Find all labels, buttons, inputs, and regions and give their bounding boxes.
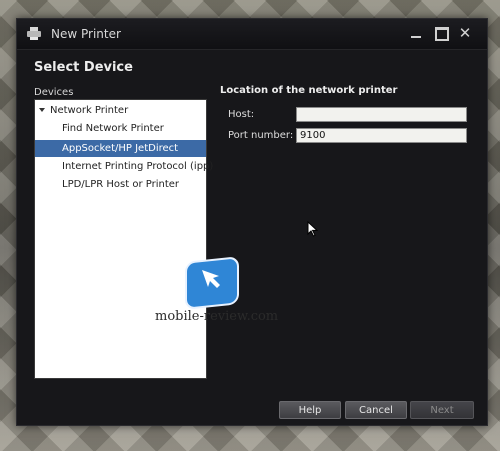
host-label: Host: — [228, 109, 255, 120]
tree-item-label: Network Printer — [50, 105, 129, 116]
next-button[interactable]: Next — [410, 401, 474, 419]
tree-item-find-network-printer[interactable]: Find Network Printer — [35, 120, 206, 137]
mouse-pointer-icon — [307, 221, 319, 237]
watermark-text: mobile-review.com — [155, 309, 279, 324]
page-title: Select Device — [34, 60, 133, 75]
minimize-icon[interactable] — [408, 25, 424, 41]
title-bar[interactable]: New Printer ✕ — [17, 19, 487, 50]
printer-icon — [27, 27, 41, 40]
port-number-input[interactable] — [296, 128, 467, 143]
host-input[interactable] — [296, 107, 467, 122]
close-icon[interactable]: ✕ — [457, 25, 473, 41]
help-button[interactable]: Help — [279, 401, 341, 419]
tree-item-ipp[interactable]: Internet Printing Protocol (ipp) — [35, 158, 213, 175]
location-section-title: Location of the network printer — [220, 85, 398, 96]
tree-item-label: Find Network Printer — [62, 123, 164, 134]
watermark-arrow-icon — [202, 270, 220, 288]
tree-item-label: AppSocket/HP JetDirect — [62, 143, 179, 154]
new-printer-dialog: New Printer ✕ Select Device Devices Netw… — [16, 18, 488, 426]
expand-arrow-icon[interactable] — [39, 108, 45, 112]
watermark: mobile-review.com — [155, 256, 295, 349]
cancel-button[interactable]: Cancel — [345, 401, 407, 419]
tree-item-appsocket[interactable]: AppSocket/HP JetDirect — [35, 140, 206, 157]
window-title: New Printer — [51, 27, 121, 41]
devices-label: Devices — [34, 87, 74, 98]
maximize-icon[interactable] — [433, 25, 449, 41]
tree-item-network-printer[interactable]: Network Printer — [35, 102, 128, 119]
tree-item-lpd-lpr[interactable]: LPD/LPR Host or Printer — [35, 176, 206, 193]
tree-item-label: Internet Printing Protocol (ipp) — [62, 161, 214, 172]
tree-item-label: LPD/LPR Host or Printer — [62, 179, 180, 190]
port-number-label: Port number: — [228, 130, 294, 141]
